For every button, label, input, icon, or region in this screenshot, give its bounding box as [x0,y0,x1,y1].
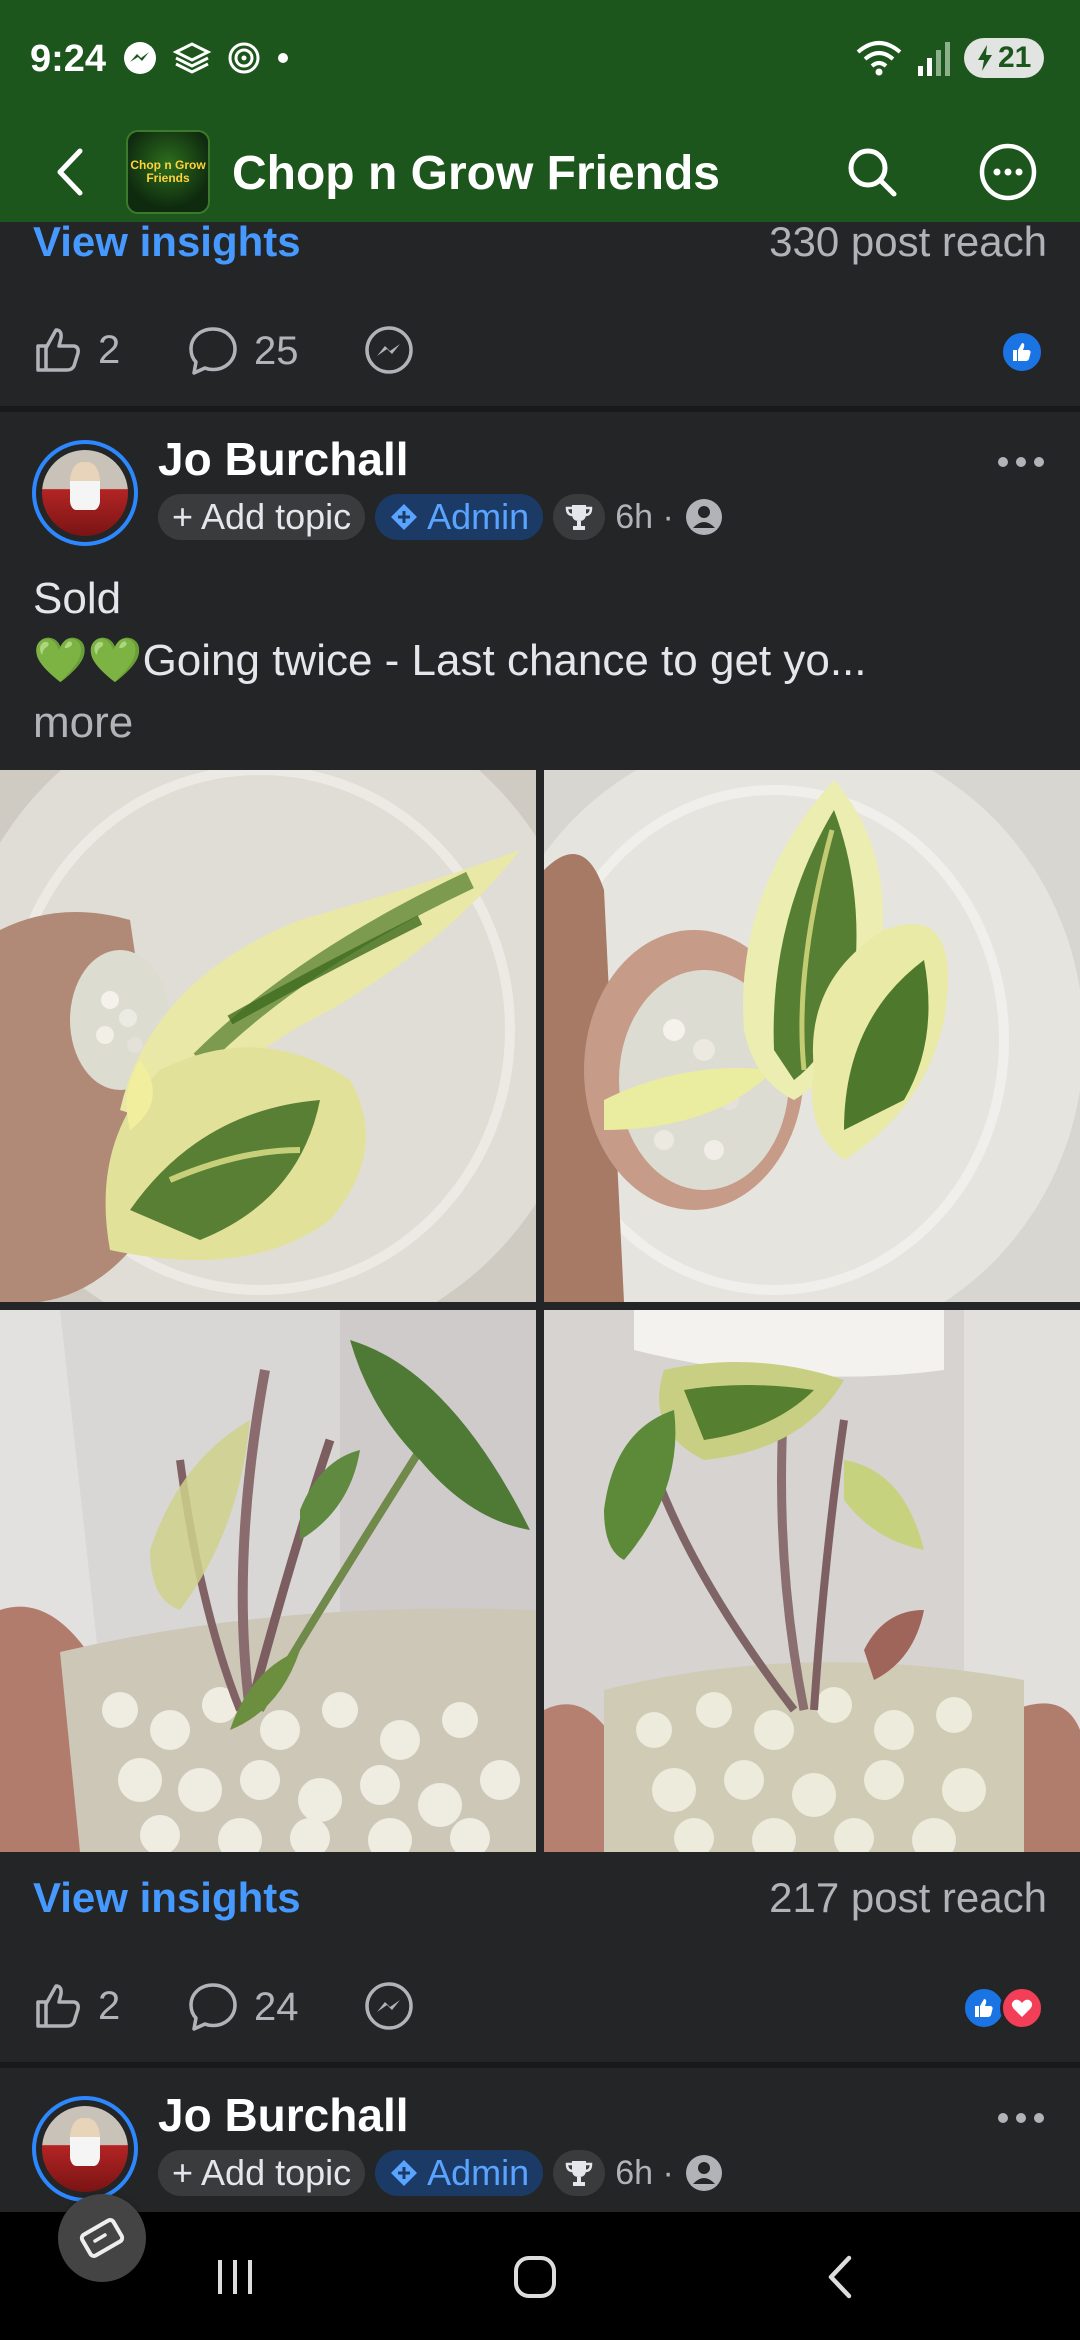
trophy-icon [565,505,593,530]
like-icon [36,1984,80,2028]
author-name[interactable]: Jo Burchall [158,432,409,486]
post-body[interactable]: Sold 💚💚Going twice - Last chance to get … [33,568,1043,754]
trophy-icon [565,2161,593,2186]
reaction-summary[interactable] [1000,330,1044,374]
admin-label: Admin [427,496,530,537]
status-bar: 9:24 21 [0,0,1080,122]
post-reach: 217 post reach [769,1874,1047,1921]
notification-icons [122,40,290,76]
status-time: 9:24 [30,38,107,80]
post-insights-row: View insights 330 post reach [0,200,1080,290]
rotate-screen-icon [79,2218,125,2258]
battery-level: 21 [998,41,1032,74]
send-messenger-button[interactable] [362,1980,416,2034]
top-contributor-badge[interactable] [553,494,606,540]
photo-gutter [536,770,544,1852]
like-button[interactable]: 2 [32,324,120,376]
photo-gutter [0,1302,1080,1310]
private-group-icon [685,2155,722,2191]
post-header: Jo Burchall + Add topic Admin 6h · [0,412,1080,562]
post-text-line-1: Sold [33,574,122,623]
post-photo-grid [0,770,1080,1852]
see-more-link[interactable]: more [33,692,1043,754]
like-reaction-icon [1000,330,1044,374]
recent-apps-icon [218,2260,252,2294]
comment-icon [189,327,237,375]
comment-count: 25 [254,328,299,373]
messenger-share-icon [365,1982,413,2030]
comment-count: 24 [254,1984,299,2029]
private-group-icon [685,499,722,535]
send-messenger-button[interactable] [362,324,416,378]
post-header: Jo Burchall + Add topic Admin 6h · [0,2068,1080,2218]
ellipsis-icon [998,457,1044,467]
post-insights-row: View insights 217 post reach [0,1856,1080,1946]
system-status-icons: 21 [854,38,1044,78]
post-actions-row: 2 24 [0,1952,1080,2062]
author-avatar[interactable] [32,440,138,546]
add-topic-button[interactable]: + Add topic [158,494,366,540]
post-text-line-2: 💚💚Going twice - Last chance to get yo... [33,636,867,685]
group-logo-text: Chop n Grow Friends [130,158,206,185]
admin-badge[interactable]: Admin [375,2150,544,2196]
like-count: 2 [98,1983,121,2028]
admin-shield-icon [391,504,418,530]
ellipsis-icon [998,2113,1044,2123]
screen-rotate-button[interactable] [58,2194,146,2282]
home-button[interactable] [490,2242,580,2312]
signal-icon [918,42,950,76]
post-reach: 330 post reach [769,218,1047,265]
plant-in-bag-photo-4[interactable] [544,1310,1080,1852]
love-reaction-icon [1000,1986,1044,2030]
battery-icon: 21 [964,38,1044,78]
plant-in-bag-photo-3[interactable] [0,1310,536,1852]
threads-icon [228,42,260,74]
home-icon [514,2256,556,2298]
system-navigation-bar [0,2212,1080,2340]
author-avatar[interactable] [32,2096,138,2202]
add-topic-button[interactable]: + Add topic [158,2150,366,2196]
post-options-button[interactable] [986,2098,1056,2138]
search-icon [848,148,897,197]
comment-button[interactable]: 25 [186,324,299,378]
wifi-icon [856,41,902,76]
reaction-summary[interactable] [962,1986,1044,2030]
admin-label: Admin [427,2152,530,2193]
search-button[interactable] [840,140,904,204]
variegated-plant-photo-2[interactable] [544,770,1080,1302]
view-insights-link[interactable]: View insights [33,218,301,266]
messenger-icon [124,42,156,74]
stack-icon [172,42,212,74]
like-icon [36,328,80,372]
more-options-button[interactable] [976,140,1040,204]
like-button[interactable]: 2 [32,1980,120,2032]
group-title[interactable]: Chop n Grow Friends [232,146,720,201]
like-count: 2 [98,327,121,372]
post-actions-row: 2 25 [0,296,1080,406]
back-arrow-icon [57,148,83,196]
back-button[interactable] [40,142,100,202]
admin-shield-icon [391,2160,418,2186]
dot-icon [278,53,288,63]
messenger-share-icon [365,326,413,374]
post-meta: + Add topic Admin 6h · [158,2150,724,2196]
admin-badge[interactable]: Admin [375,494,544,540]
view-insights-link[interactable]: View insights [33,1874,301,1922]
comment-icon [189,1983,237,2031]
more-options-icon [979,143,1037,201]
post-time: 6h · [615,497,674,536]
author-name[interactable]: Jo Burchall [158,2088,409,2142]
system-back-button[interactable] [795,2242,885,2312]
post-options-button[interactable] [986,442,1056,482]
top-contributor-badge[interactable] [553,2150,606,2196]
post-time: 6h · [615,2153,674,2192]
system-back-icon [828,2255,852,2299]
post-meta: + Add topic Admin 6h · [158,494,724,540]
recent-apps-button[interactable] [190,2242,280,2312]
comment-button[interactable]: 24 [186,1980,299,2034]
variegated-plant-photo-1[interactable] [0,770,536,1302]
